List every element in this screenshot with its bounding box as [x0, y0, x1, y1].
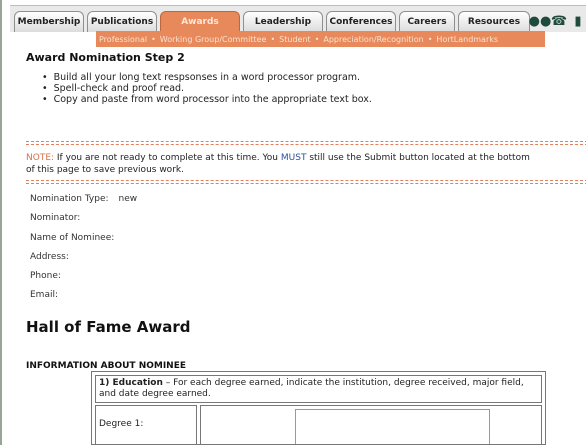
tab-awards[interactable]: Awards [160, 11, 240, 32]
field-phone: Phone: [30, 271, 71, 281]
subnav-appreciation[interactable]: Appreciation/Recognition [323, 35, 423, 44]
page-frame: Membership Publications Awards Leadershi… [0, 0, 586, 445]
subnav-separator: • [270, 34, 276, 44]
field-email: Email: [30, 290, 68, 300]
instruction-item: Build all your long text respsonses in a… [42, 72, 372, 83]
degree-input-cell [200, 405, 542, 444]
note-part: still use the Submit button located at t… [306, 153, 530, 163]
divider [26, 183, 586, 184]
field-label: Nomination Type: [30, 194, 109, 204]
degree-1-textarea[interactable] [295, 409, 490, 444]
divider [26, 144, 586, 145]
education-description: – For each degree earned, indicate the i… [99, 378, 524, 399]
page-title: Award Nomination Step 2 [26, 51, 185, 64]
field-label: Email: [30, 290, 59, 300]
field-address: Address: [30, 252, 79, 262]
subnav-professional[interactable]: Professional [99, 35, 147, 44]
tab-conferences[interactable]: Conferences [326, 11, 396, 32]
note-line2: of this page to save previous work. [26, 165, 184, 175]
subnav-separator: • [314, 34, 320, 44]
field-value: new [118, 194, 138, 204]
note-part: If you are not ready to complete at this… [54, 153, 281, 163]
field-nomination-type: Nomination Type: new [30, 194, 137, 204]
subnav-separator: • [427, 34, 433, 44]
phone-icon[interactable]: ☎ [551, 14, 567, 29]
note-label: NOTE: [26, 153, 55, 163]
award-title: Hall of Fame Award [26, 318, 191, 336]
divider [26, 180, 586, 181]
subnav-working-group[interactable]: Working Group/Committee [160, 35, 267, 44]
contact-icon[interactable]: ▮ [570, 14, 586, 29]
field-nominee-name: Name of Nominee: [30, 233, 124, 243]
tab-membership[interactable]: Membership [14, 11, 84, 32]
subnav-hortlandmarks[interactable]: HortLandmarks [436, 35, 498, 44]
tab-leadership[interactable]: Leadership [243, 11, 323, 32]
education-question: 1) Education – For each degree earned, i… [95, 375, 542, 403]
instruction-item: Copy and paste from word processor into … [42, 94, 372, 105]
tab-resources[interactable]: Resources [458, 11, 530, 32]
section-heading: INFORMATION ABOUT NOMINEE [26, 361, 187, 371]
awards-subnav: Professional • Working Group/Committee •… [96, 31, 545, 47]
subnav-student[interactable]: Student [279, 35, 311, 44]
field-label: Name of Nominee: [30, 233, 115, 243]
education-number: 1) Education [99, 378, 163, 388]
field-nominator: Nominator: [30, 213, 90, 223]
divider [26, 141, 586, 142]
degree-label: Degree 1: [95, 405, 197, 444]
note-text: NOTE: If you are not ready to complete a… [26, 152, 586, 176]
field-label: Nominator: [30, 213, 81, 223]
tab-careers[interactable]: Careers [399, 11, 455, 32]
subnav-separator: • [151, 34, 156, 44]
group-icon[interactable]: ●● [529, 14, 552, 29]
field-label: Phone: [30, 271, 61, 281]
instruction-list: Build all your long text respsonses in a… [42, 72, 372, 105]
instruction-item: Spell-check and proof read. [42, 83, 372, 94]
main-nav: Membership Publications Awards Leadershi… [10, 5, 586, 32]
field-label: Address: [30, 252, 69, 262]
education-table: 1) Education – For each degree earned, i… [91, 371, 546, 445]
note-must: MUST [280, 153, 307, 163]
tab-publications[interactable]: Publications [87, 11, 157, 32]
